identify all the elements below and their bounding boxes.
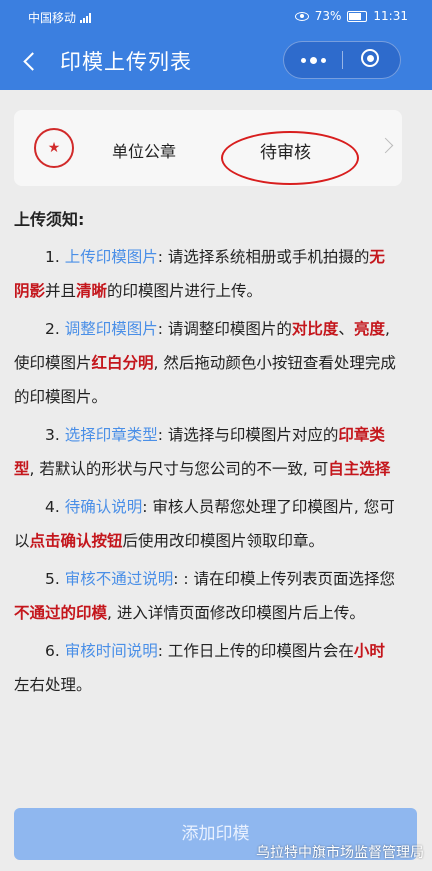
item-heading: 待确认说明 xyxy=(64,498,143,516)
item-text: 后使用改印模图片领取印章。 xyxy=(122,532,325,550)
signal-icon xyxy=(80,12,92,23)
mini-program-capsule xyxy=(283,41,401,79)
item-text: 并且 xyxy=(45,282,77,300)
item-number: 3. xyxy=(45,426,60,444)
item-emphasis: 小时 xyxy=(353,642,385,660)
nav-bar: 印模上传列表 xyxy=(0,32,432,90)
eye-protection-icon xyxy=(294,11,309,21)
item-number: 1. xyxy=(45,248,60,266)
item-emphasis: 对比度 xyxy=(291,320,339,338)
upload-notice: 1. 上传印模图片: 请选择系统相册或手机拍摄的无阴影并且清晰的印模图片进行上传… xyxy=(14,240,400,706)
clock: 11:31 xyxy=(373,9,408,23)
close-program-icon[interactable] xyxy=(344,42,400,78)
more-options-icon[interactable] xyxy=(284,42,342,78)
seal-stamp-icon: ★ xyxy=(34,128,74,168)
item-heading: 审核不通过说明 xyxy=(64,570,174,588)
notice-item: 1. 上传印模图片: 请选择系统相册或手机拍摄的无阴影并且清晰的印模图片进行上传… xyxy=(14,240,400,308)
notice-item: 6. 审核时间说明: 工作日上传的印模图片会在小时左右处理。 xyxy=(14,634,400,702)
item-heading: 选择印章类型 xyxy=(64,426,158,444)
item-emphasis: 不通过的印模 xyxy=(14,604,108,622)
item-text: : 请调整印模图片的 xyxy=(157,320,292,338)
notice-heading: 上传须知: xyxy=(14,210,85,229)
status-bar: 中国移动 73% 11:31 xyxy=(0,0,432,32)
status-highlight-circle xyxy=(221,131,359,185)
item-text: 、 xyxy=(338,320,354,338)
capsule-divider xyxy=(342,51,343,69)
battery-icon xyxy=(347,10,368,22)
item-number: 6. xyxy=(45,642,60,660)
item-number: 4. xyxy=(45,498,60,516)
item-text: 左右处理。 xyxy=(14,676,92,694)
notice-item: 4. 待确认说明: 审核人员帮您处理了印模图片, 您可以点击确认按钮后使用改印模… xyxy=(14,490,400,558)
item-text: 的印模图片进行上传。 xyxy=(107,282,263,300)
seal-name: 单位公章 xyxy=(112,142,177,161)
back-arrow-icon[interactable] xyxy=(18,46,46,76)
item-text: , 若默认的形状与尺寸与您公司的不一致, 可 xyxy=(29,460,329,478)
item-emphasis: 点击确认按钮 xyxy=(29,532,123,550)
item-text: : : 请在印模上传列表页面选择您 xyxy=(173,570,396,588)
page-title: 印模上传列表 xyxy=(60,50,192,74)
item-emphasis: 自主选择 xyxy=(328,460,391,478)
item-heading: 调整印模图片 xyxy=(64,320,158,338)
item-number: 2. xyxy=(45,320,60,338)
notice-item: 3. 选择印章类型: 请选择与印模图片对应的印章类型, 若默认的形状与尺寸与您公… xyxy=(14,418,400,486)
item-heading: 审核时间说明 xyxy=(64,642,158,660)
battery-percent: 73% xyxy=(314,9,342,23)
item-number: 5. xyxy=(45,570,60,588)
item-text: : 请选择与印模图片对应的 xyxy=(157,426,339,444)
carrier-label: 中国移动 xyxy=(28,11,77,25)
watermark: 乌拉特中旗市场监督管理局 xyxy=(256,845,424,861)
item-emphasis: 清晰 xyxy=(76,282,108,300)
chevron-right-icon xyxy=(377,137,394,154)
item-emphasis: 亮度 xyxy=(353,320,385,338)
item-text: : 请选择系统相册或手机拍摄的 xyxy=(157,248,370,266)
notice-item: 2. 调整印模图片: 请调整印模图片的对比度、亮度, 使印模图片红白分明, 然后… xyxy=(14,312,400,414)
item-text: : 工作日上传的印模图片会在 xyxy=(157,642,354,660)
item-heading: 上传印模图片 xyxy=(64,248,158,266)
item-text: , 进入详情页面修改印模图片后上传。 xyxy=(107,604,365,622)
item-emphasis: 红白分明 xyxy=(91,354,154,372)
notice-item: 5. 审核不通过说明: : 请在印模上传列表页面选择您不通过的印模, 进入详情页… xyxy=(14,562,400,630)
